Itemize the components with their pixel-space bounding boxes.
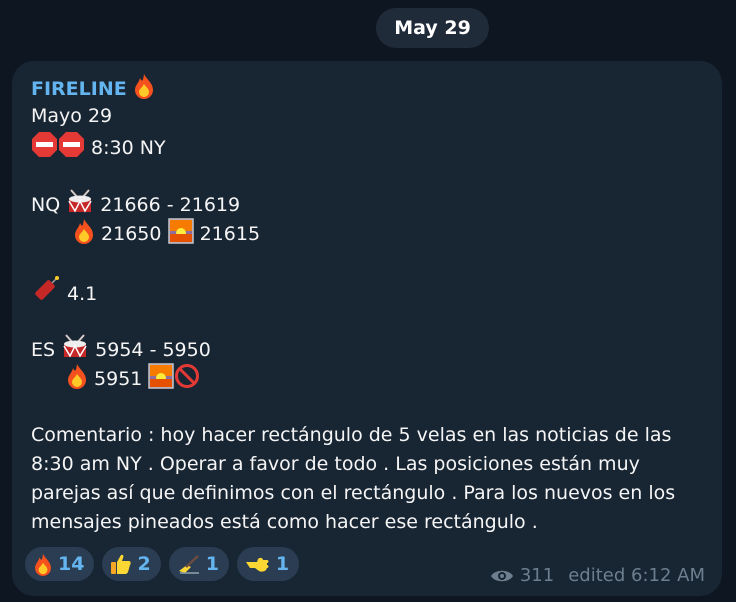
nq-label: NQ — [31, 194, 61, 216]
dynamite-value: 4.1 — [67, 283, 98, 305]
pointing-hand-icon — [245, 557, 269, 572]
time-text: 8:30 NY — [91, 137, 166, 159]
nq-range: 21666 - 21619 — [100, 194, 241, 216]
sunrise-icon — [167, 218, 194, 244]
reaction-pointing-hand[interactable]: 1 — [236, 547, 300, 581]
reaction-count: 1 — [275, 553, 290, 575]
fire-icon — [68, 364, 86, 389]
nq-range-line: NQ 21666 - 21619 — [31, 189, 721, 218]
reaction-count: 1 — [205, 553, 219, 575]
view-count: 311 — [519, 565, 555, 586]
nq-levels-line: 21650 21615 — [31, 218, 721, 247]
comment-text: Comentario : hoy hacer rectángulo de 5 v… — [31, 424, 676, 533]
edited-timestamp: edited 6:12 AM — [568, 565, 705, 586]
stop-sign-icon — [32, 132, 57, 157]
es-fire-level: 5951 — [94, 368, 143, 390]
reaction-count: 14 — [58, 553, 85, 575]
es-range-line: ES 5954 - 5950 — [31, 334, 721, 363]
thumbs-up-icon — [111, 554, 132, 574]
eye-icon — [490, 570, 513, 581]
drum-icon — [63, 334, 87, 358]
drum-icon — [68, 189, 92, 213]
fire-icon — [75, 219, 93, 244]
dynamite-line: 4.1 — [31, 276, 721, 305]
author-name[interactable]: FIRELINE — [31, 78, 127, 100]
date-separator: May 29 — [376, 8, 489, 48]
fire-icon — [35, 553, 51, 576]
sunrise-icon — [148, 363, 175, 389]
dynamite-icon — [35, 276, 59, 300]
es-range: 5954 - 5950 — [95, 339, 211, 361]
stop-sign-icon — [59, 132, 84, 157]
es-label: ES — [31, 339, 56, 361]
reaction-thumbs-up[interactable]: 2 — [102, 547, 161, 581]
date-line: Mayo 29 — [31, 105, 113, 127]
nq-sunrise-level: 21615 — [199, 223, 261, 245]
reaction-count: 2 — [137, 553, 151, 575]
fire-icon — [134, 74, 153, 99]
es-levels-line: 5951 — [31, 363, 721, 392]
reaction-fire[interactable]: 14 — [25, 547, 95, 581]
no-entry-icon — [175, 364, 200, 388]
message-meta: 311 edited 6:12 AM — [490, 565, 705, 586]
author-line: FIRELINE — [31, 73, 721, 102]
reactions-bar: 14 2 1 1 — [25, 547, 307, 581]
nq-fire-level: 21650 — [101, 223, 162, 245]
time-line: 8:30 NY — [31, 131, 721, 160]
message-body: FIRELINE Mayo 29 8:30 NY NQ 21666 - 2161… — [31, 73, 721, 537]
reaction-writing-hand[interactable]: 1 — [168, 547, 229, 581]
writing-hand-icon — [178, 555, 199, 574]
